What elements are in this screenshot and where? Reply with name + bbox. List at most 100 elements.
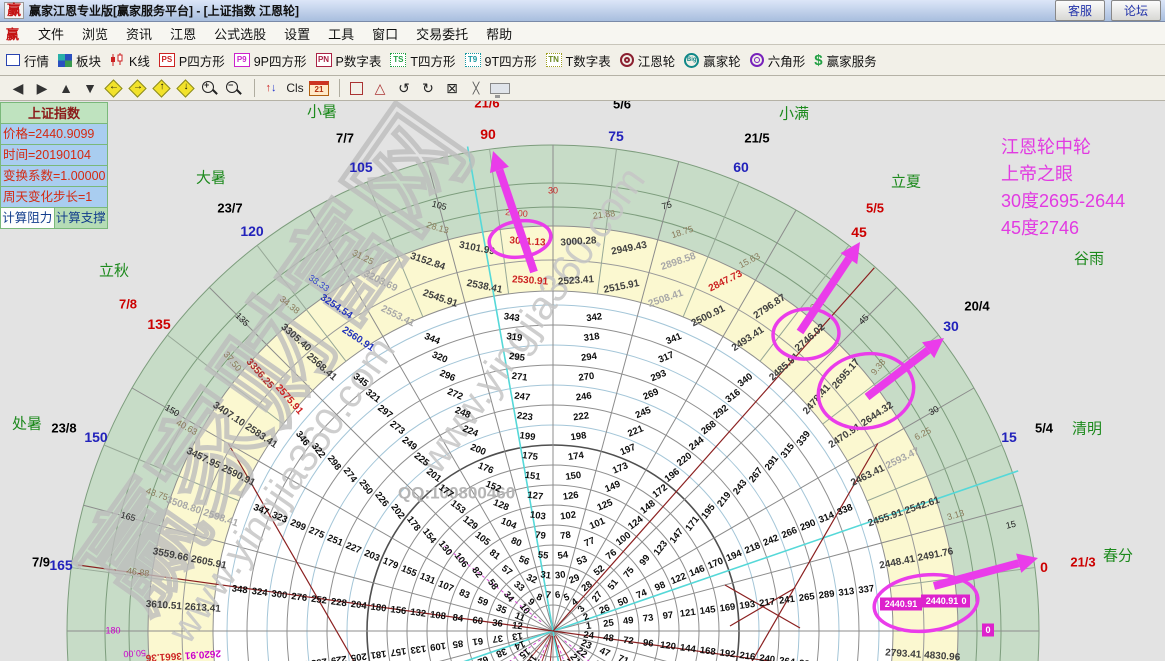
svg-text:324: 324	[251, 586, 269, 599]
gann-wheel[interactable]: 赢家财富网www.yingjia360.comwww.yingjia360.co…	[0, 101, 1165, 661]
toolbar-p-square[interactable]: PS P四方形	[158, 51, 225, 70]
main-toolbar: 行情 板块 K线 PS P四方形 P9 9P四方形 PN P数字表 TS T四方…	[0, 45, 1165, 76]
pan-right-button[interactable]	[128, 79, 148, 97]
drawing-toolbar: ↑↓ Cls 21	[0, 76, 1165, 101]
toolbar-sectors[interactable]: 板块	[58, 51, 101, 70]
draw-triangle-button[interactable]	[370, 78, 390, 98]
svg-text:151: 151	[524, 470, 542, 483]
menu-browse[interactable]: 浏览	[73, 22, 117, 45]
svg-text:109: 109	[429, 640, 446, 653]
window-title: 赢家江恩专业版[赢家服务平台] - [上证指数 江恩轮]	[29, 4, 299, 18]
rotate-cw-button[interactable]	[418, 78, 438, 98]
svg-text:2620.91: 2620.91	[184, 647, 221, 660]
screen-icon[interactable]	[490, 82, 510, 98]
svg-text:348: 348	[231, 583, 248, 596]
svg-text:145: 145	[699, 604, 717, 617]
toolbar-gann-wheel[interactable]: 江恩轮	[619, 51, 675, 70]
forum-button[interactable]: 论坛	[1110, 0, 1161, 21]
svg-text:2440.91: 2440.91	[885, 599, 918, 609]
price-value: 价格=2440.9099	[1, 124, 107, 145]
svg-text:103: 103	[529, 510, 546, 523]
updown-arrows-button[interactable]: ↑ ↓	[261, 78, 281, 98]
menu-tools[interactable]: 工具	[319, 22, 363, 45]
rotate-ccw-button[interactable]	[394, 78, 414, 98]
p9-box-icon: P9	[233, 53, 250, 67]
toolbar-9t-square[interactable]: T9 9T四方形	[464, 51, 537, 70]
zoom-out-button[interactable]	[224, 79, 244, 97]
svg-text:342: 342	[586, 311, 603, 324]
toolbar-p-number-table[interactable]: PN P数字表	[315, 51, 381, 70]
svg-text:240: 240	[759, 653, 776, 661]
svg-text:343: 343	[503, 311, 520, 324]
calendar-icon[interactable]: 21	[309, 80, 329, 96]
svg-text:168: 168	[699, 645, 716, 658]
pn-box-icon: PN	[315, 53, 332, 67]
toolbar-9p-square[interactable]: P9 9P四方形	[233, 51, 307, 70]
nav-up-button[interactable]	[56, 78, 76, 98]
calc-resistance-button[interactable]: 计算阻力	[1, 208, 55, 228]
menu-file[interactable]: 文件	[29, 22, 73, 45]
svg-text:294: 294	[580, 351, 598, 364]
svg-text:97: 97	[662, 610, 674, 622]
svg-text:270: 270	[578, 371, 595, 384]
menu-trade[interactable]: 交易委托	[407, 22, 477, 45]
svg-text:37: 37	[492, 632, 504, 644]
svg-text:198: 198	[570, 430, 587, 443]
menu-gann[interactable]: 江恩	[161, 22, 205, 45]
toolbar-winner-wheel[interactable]: Big 赢家轮	[684, 51, 741, 70]
menu-settings[interactable]: 设置	[275, 22, 319, 45]
menu-formula-stock-pick[interactable]: 公式选股	[205, 22, 275, 45]
svg-text:84: 84	[452, 612, 465, 624]
svg-text:133: 133	[410, 642, 427, 655]
nav-down-button[interactable]	[80, 78, 100, 98]
svg-text:337: 337	[858, 583, 875, 596]
customer-service-button[interactable]: 客服	[1054, 0, 1105, 21]
toolbar-kline[interactable]: K线	[110, 51, 150, 70]
svg-text:271: 271	[511, 371, 529, 384]
pan-up-button[interactable]	[152, 79, 172, 97]
svg-text:60: 60	[472, 615, 484, 627]
svg-text:175: 175	[521, 450, 539, 463]
svg-text:132: 132	[410, 607, 427, 620]
svg-text:78: 78	[560, 530, 572, 542]
annotation-line: 江恩轮中轮	[1001, 137, 1091, 157]
menu-window[interactable]: 窗口	[363, 22, 407, 45]
candlestick-icon	[110, 53, 125, 67]
svg-text:169: 169	[719, 602, 736, 615]
draw-square-button[interactable]	[346, 78, 366, 98]
menu-help[interactable]: 帮助	[477, 22, 521, 45]
sectors-blocks-icon	[58, 53, 73, 67]
titlebar: 赢 赢家江恩专业版[赢家服务平台] - [上证指数 江恩轮] 客服 论坛	[0, 0, 1165, 22]
conversion-factor: 变换系数=1.00000	[1, 166, 107, 187]
svg-text:181: 181	[369, 648, 387, 661]
toolbar-winner-service[interactable]: $ 赢家服务	[814, 51, 876, 70]
nav-right-button[interactable]	[32, 78, 52, 98]
toolbar-quotes[interactable]: 行情	[6, 51, 49, 70]
zoom-in-button[interactable]	[200, 79, 220, 97]
menu-news[interactable]: 资讯	[117, 22, 161, 45]
svg-text:61: 61	[471, 635, 484, 647]
cls-button[interactable]: Cls	[285, 78, 305, 98]
toolbar-separator	[339, 79, 340, 97]
svg-text:120: 120	[659, 640, 676, 653]
svg-text:247: 247	[514, 391, 531, 404]
nav-left-button[interactable]	[8, 78, 28, 98]
svg-text:126: 126	[562, 490, 579, 503]
t9-box-icon: T9	[464, 53, 481, 67]
pan-left-button[interactable]	[104, 79, 124, 97]
svg-text:252: 252	[310, 594, 327, 607]
toolbar-hexagon[interactable]: 六角形	[749, 51, 805, 70]
calc-support-button[interactable]: 计算支撑	[54, 208, 107, 228]
collapse-button[interactable]	[466, 78, 486, 98]
toolbar-t-square[interactable]: TS T四方形	[390, 51, 456, 70]
app-logo-icon: 赢	[4, 2, 24, 19]
svg-text:30: 30	[554, 569, 566, 581]
ts-box-icon: TS	[390, 53, 407, 67]
toolbar-t-number-table[interactable]: TN T数字表	[545, 51, 611, 70]
pan-down-button[interactable]	[176, 79, 196, 97]
svg-text:79: 79	[535, 530, 547, 542]
svg-text:204: 204	[350, 599, 368, 612]
svg-text:54: 54	[557, 549, 570, 561]
svg-text:174: 174	[567, 450, 585, 463]
boxed-x-button[interactable]	[442, 78, 462, 98]
